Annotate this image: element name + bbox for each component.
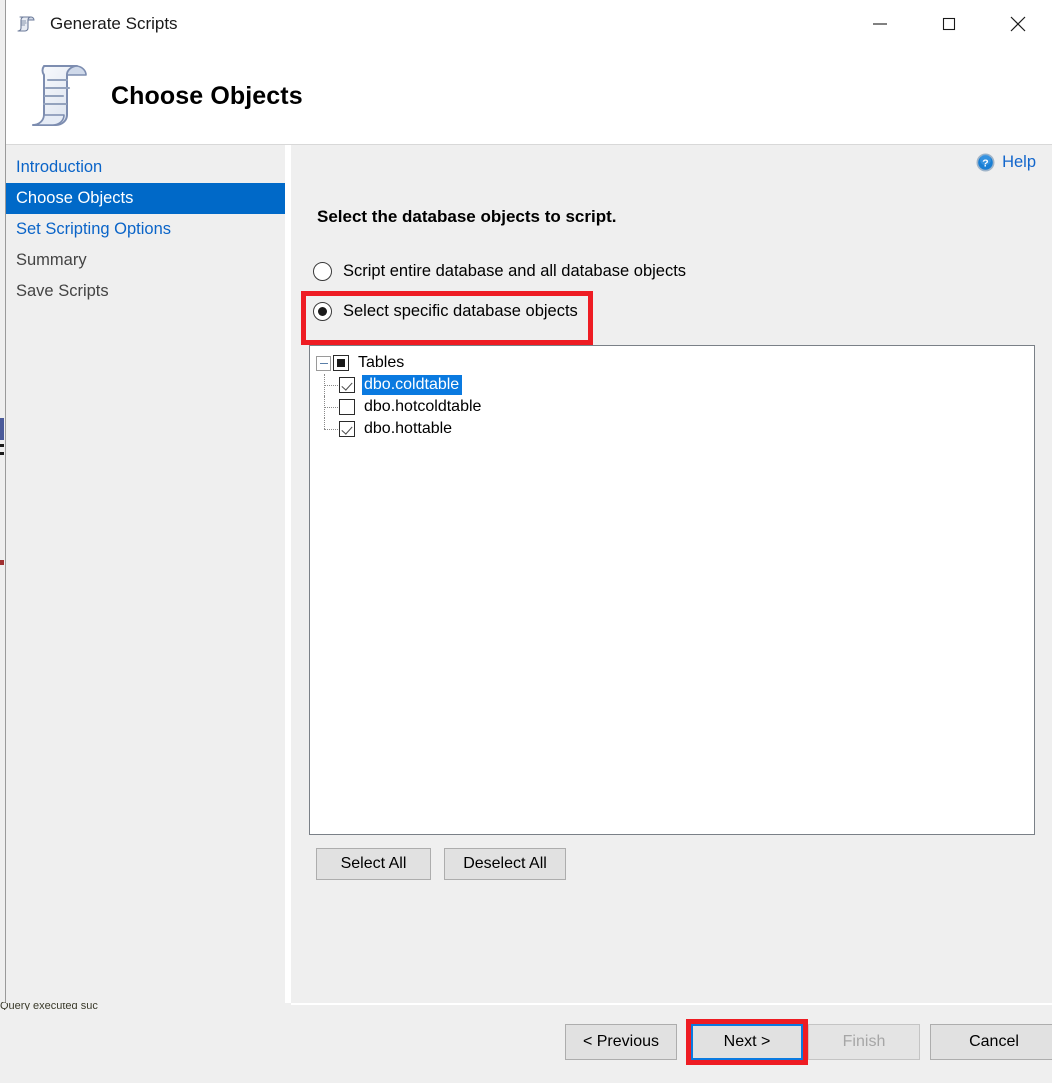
finish-button: Finish <box>808 1024 920 1060</box>
radio-label-specific-objects: Select specific database objects <box>343 302 578 320</box>
background-artifact-dark-2 <box>0 452 4 455</box>
window-controls <box>845 0 1052 48</box>
tree-connector-horizontal <box>324 429 338 430</box>
tree-label-tables: Tables <box>358 354 405 371</box>
checkbox-dbo-coldtable[interactable] <box>339 377 355 393</box>
tree-node-tables[interactable]: Tables <box>316 352 1034 374</box>
scroll-document-icon <box>22 56 94 136</box>
sidebar-item-set-scripting-options[interactable]: Set Scripting Options <box>6 214 285 245</box>
svg-text:?: ? <box>982 158 988 170</box>
help-link[interactable]: ? Help <box>976 153 1036 172</box>
background-artifact-blue <box>0 418 4 440</box>
checkbox-dbo-hottable[interactable] <box>339 421 355 437</box>
window-title: Generate Scripts <box>50 14 178 33</box>
wizard-steps-sidebar: Introduction Choose Objects Set Scriptin… <box>6 145 285 1003</box>
content-panel: ? Help Select the database objects to sc… <box>285 145 1052 1003</box>
background-clipped-text: Query executed suc <box>0 1002 98 1010</box>
help-label: Help <box>1002 153 1036 171</box>
tree-label-dbo-hottable: dbo.hottable <box>364 420 453 437</box>
sidebar-item-introduction[interactable]: Introduction <box>6 152 285 183</box>
sidebar-item-choose-objects[interactable]: Choose Objects <box>6 183 285 214</box>
page-title: Choose Objects <box>111 81 303 110</box>
checkbox-tables[interactable] <box>333 355 349 371</box>
tree-label-dbo-coldtable: dbo.coldtable <box>362 375 463 395</box>
maximize-icon[interactable] <box>914 0 983 48</box>
page-header: Choose Objects <box>6 48 1052 144</box>
radio-label-entire-database: Script entire database and all database … <box>343 262 687 280</box>
minimize-icon[interactable] <box>845 0 914 48</box>
title-bar: Generate Scripts <box>6 0 1052 48</box>
tree-label-dbo-hotcoldtable: dbo.hotcoldtable <box>364 398 482 415</box>
dialog-body: Introduction Choose Objects Set Scriptin… <box>6 144 1052 1003</box>
generate-scripts-dialog: Generate Scripts Choose Objects Introduc… <box>5 0 1052 1083</box>
radio-script-entire-database[interactable]: Script entire database and all database … <box>313 262 686 281</box>
tree-node-hotcoldtable[interactable]: dbo.hotcoldtable <box>316 396 1034 418</box>
radio-mark-unselected <box>313 262 332 281</box>
sidebar-item-save-scripts: Save Scripts <box>16 282 109 300</box>
close-icon[interactable] <box>983 0 1052 48</box>
scroll-icon <box>15 12 39 36</box>
help-circle-icon: ? <box>976 153 995 172</box>
sidebar-item-summary: Summary <box>16 251 87 269</box>
tree-connector-horizontal <box>324 407 338 408</box>
objects-tree-panel[interactable]: Tables dbo.coldtable dbo.hotcoldtable db… <box>309 345 1035 835</box>
cancel-button[interactable]: Cancel <box>930 1024 1052 1060</box>
dialog-footer: < Previous Next > Finish Cancel <box>291 1003 1052 1083</box>
tree-node-coldtable[interactable]: dbo.coldtable <box>316 374 1034 396</box>
background-artifact-dark <box>0 444 4 447</box>
tree-connector-vertical <box>324 418 325 429</box>
previous-button[interactable]: < Previous <box>565 1024 677 1060</box>
next-button[interactable]: Next > <box>691 1024 803 1060</box>
checkbox-dbo-hotcoldtable[interactable] <box>339 399 355 415</box>
radio-select-specific-objects[interactable]: Select specific database objects <box>313 302 578 321</box>
radio-mark-selected <box>313 302 332 321</box>
tree-connector-horizontal <box>324 385 338 386</box>
deselect-all-button[interactable]: Deselect All <box>444 848 566 880</box>
select-all-button[interactable]: Select All <box>316 848 431 880</box>
tree-node-hottable[interactable]: dbo.hottable <box>316 418 1034 440</box>
instruction-text: Select the database objects to script. <box>317 207 617 226</box>
collapse-toggle-icon[interactable] <box>316 355 331 371</box>
background-artifact-red <box>0 560 4 565</box>
